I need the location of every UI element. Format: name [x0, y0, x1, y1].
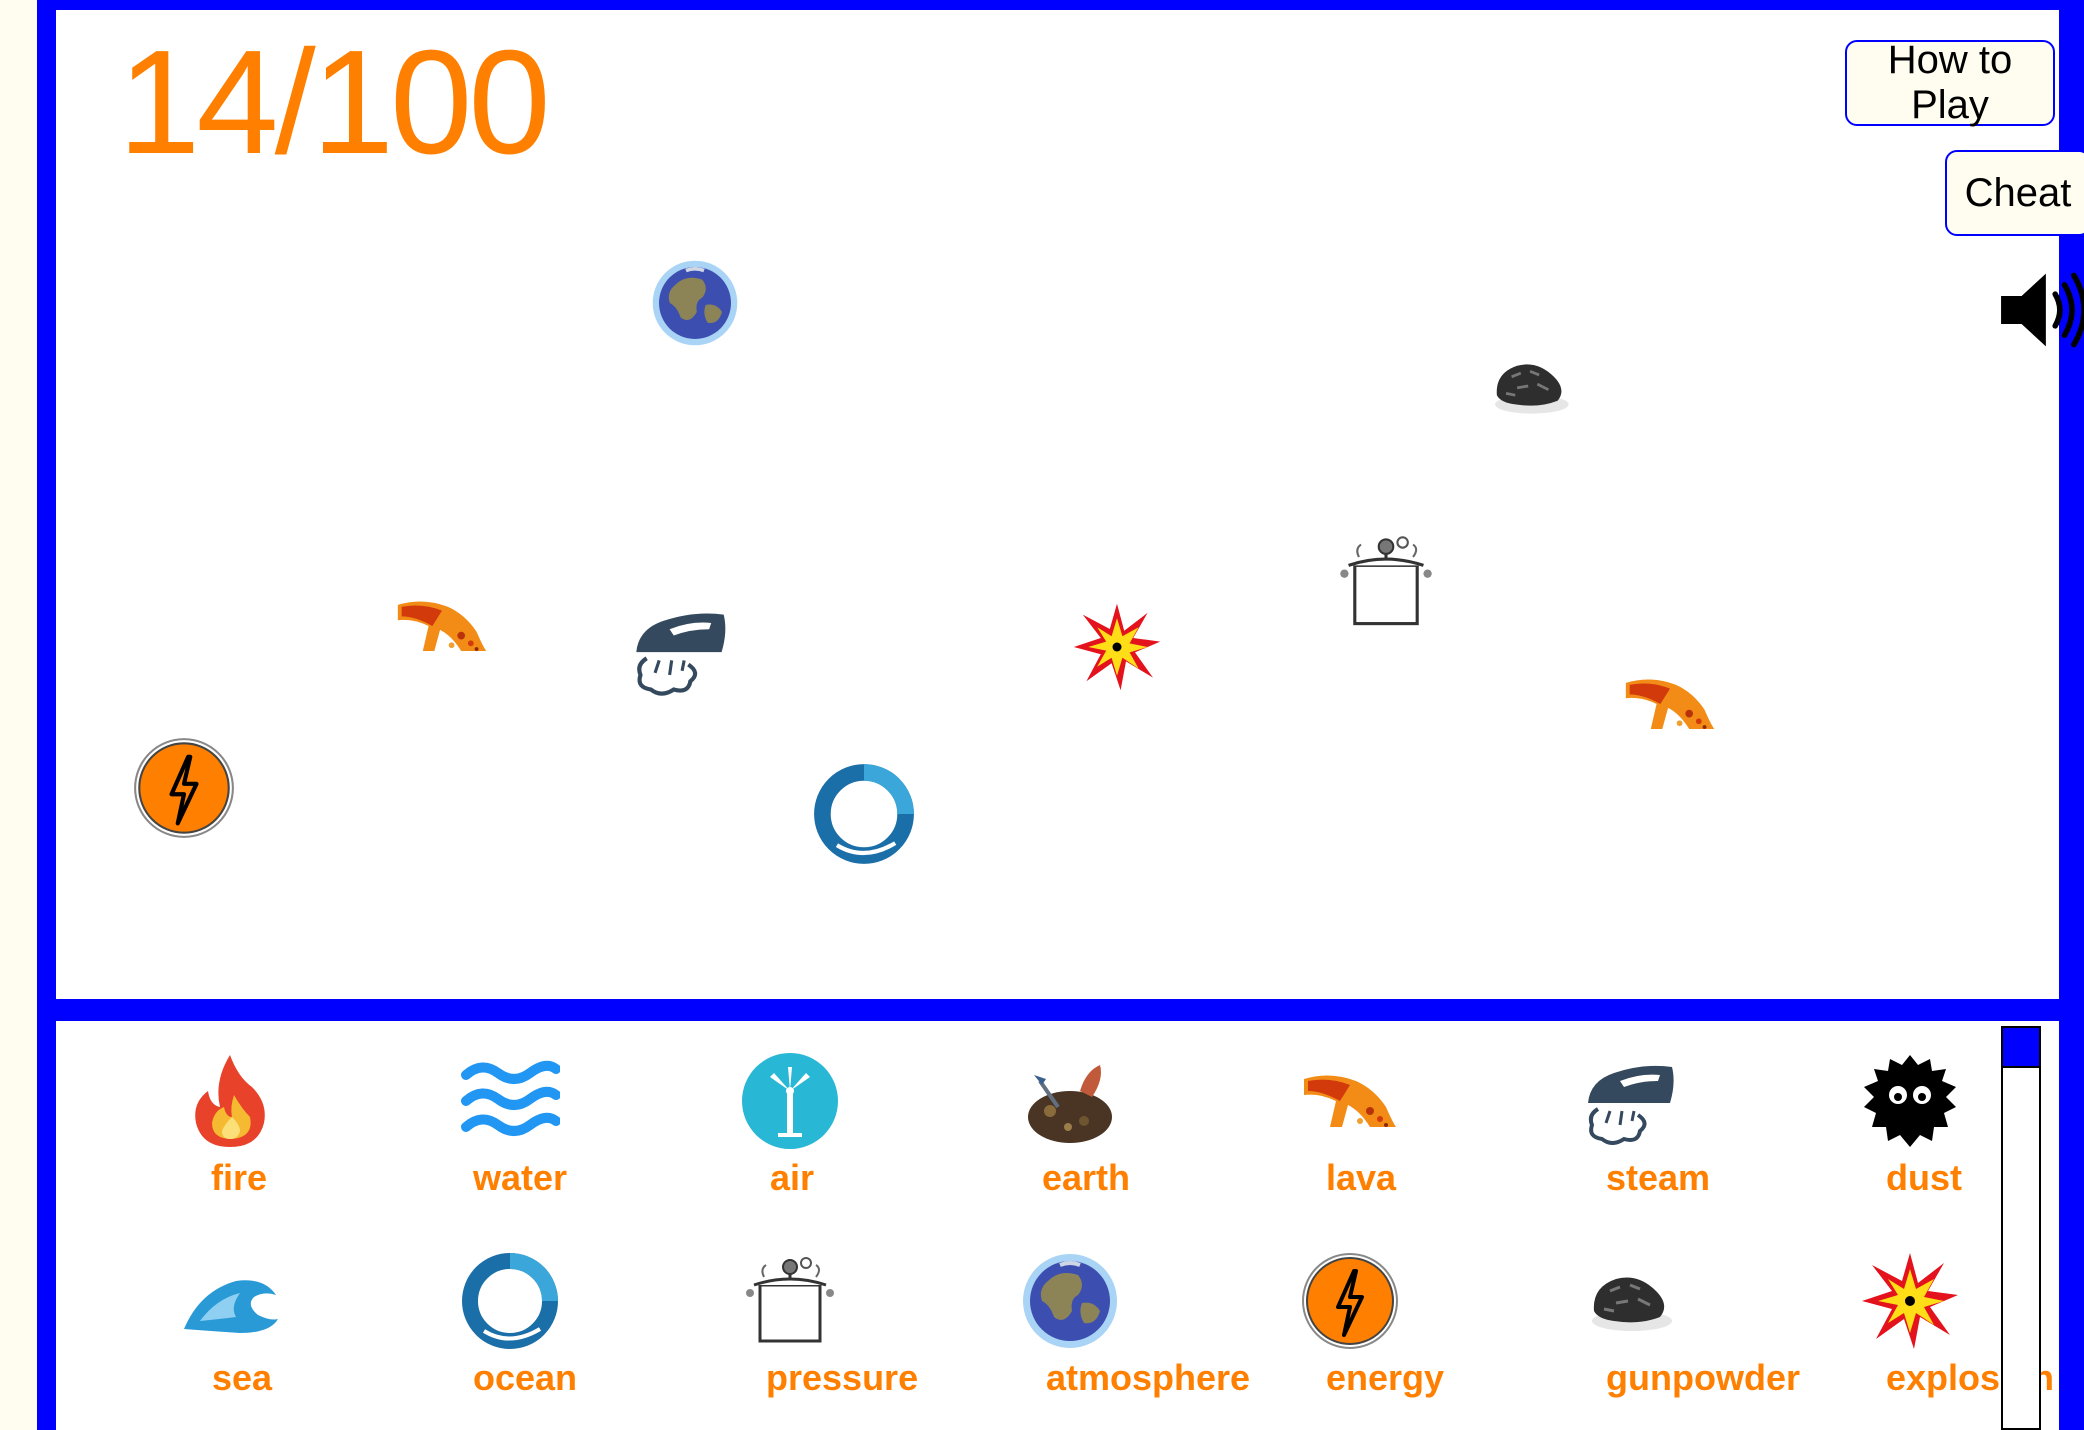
flame-icon	[180, 1051, 280, 1151]
element-tile-lava[interactable]: lava	[1240, 1051, 1460, 1221]
how-to-play-button[interactable]: How to Play	[1845, 38, 2055, 127]
rock-icon	[1580, 1251, 1680, 1351]
board-piece-pressure[interactable]	[1334, 530, 1438, 634]
element-label: fire	[211, 1157, 268, 1198]
element-tile-pressure[interactable]: pressure	[680, 1251, 919, 1421]
soil-icon	[1020, 1051, 1120, 1151]
wave-icon	[180, 1251, 280, 1351]
pot-icon	[1334, 530, 1438, 634]
element-label: sea	[212, 1357, 273, 1398]
element-tile-sea[interactable]: sea	[120, 1251, 340, 1421]
element-label: energy	[1326, 1357, 1445, 1398]
element-label: gunpowder	[1606, 1357, 1800, 1398]
burst-icon	[1072, 602, 1162, 692]
planet-icon	[650, 258, 740, 348]
element-tile-water[interactable]: water	[400, 1051, 620, 1221]
board-piece-lava[interactable]	[1622, 674, 1718, 734]
windmill-icon	[740, 1051, 840, 1151]
element-tile-dust[interactable]: dust	[1800, 1051, 2020, 1221]
element-label: air	[770, 1157, 815, 1198]
swirl-icon	[460, 1251, 560, 1351]
element-label: steam	[1606, 1157, 1711, 1198]
speaker-icon[interactable]	[1996, 268, 2084, 352]
board-piece-ocean[interactable]	[812, 762, 916, 866]
burst-icon	[1860, 1251, 1960, 1351]
rock-icon	[1484, 340, 1576, 432]
element-tile-explosion[interactable]: explosion	[1800, 1251, 2055, 1421]
element-tile-atmosphere[interactable]: atmosphere	[960, 1251, 1251, 1421]
element-label: earth	[1042, 1157, 1131, 1198]
planet-icon	[1020, 1251, 1120, 1351]
element-label: lava	[1326, 1157, 1397, 1198]
element-label: ocean	[473, 1357, 578, 1398]
play-board[interactable]: 14/100 How to Play Cheat	[56, 10, 2084, 999]
board-piece-gunpowder[interactable]	[1484, 340, 1576, 432]
panel-scrollbar[interactable]	[2001, 1026, 2041, 1430]
element-label: atmosphere	[1046, 1357, 1251, 1398]
element-label: pressure	[766, 1357, 919, 1398]
waves-icon	[460, 1051, 560, 1151]
element-tile-fire[interactable]: fire	[120, 1051, 340, 1221]
board-piece-steam[interactable]	[628, 598, 732, 702]
lava-icon	[394, 596, 490, 656]
iron-icon	[1580, 1051, 1680, 1151]
element-tile-energy[interactable]: energy	[1240, 1251, 1460, 1421]
lava-icon	[1622, 674, 1718, 734]
swirl-icon	[812, 762, 916, 866]
discovered-elements-panel[interactable]: fire water air earth lava steam dust sea…	[56, 1021, 2059, 1430]
cheat-button[interactable]: Cheat	[1945, 150, 2084, 236]
board-piece-atmosphere[interactable]	[650, 258, 740, 348]
element-label: explosion	[1886, 1357, 2055, 1398]
element-tile-earth[interactable]: earth	[960, 1051, 1180, 1221]
board-piece-energy[interactable]	[132, 736, 236, 840]
element-tile-ocean[interactable]: ocean	[400, 1251, 620, 1421]
element-label: dust	[1886, 1157, 1962, 1198]
element-tile-steam[interactable]: steam	[1520, 1051, 1740, 1221]
bolt-icon	[132, 736, 236, 840]
board-piece-explosion[interactable]	[1072, 602, 1162, 692]
dust-bunny-icon	[1860, 1051, 1960, 1151]
pot-icon	[740, 1251, 840, 1351]
panel-scroll-thumb[interactable]	[2001, 1026, 2041, 1068]
lava-icon	[1300, 1051, 1400, 1151]
element-tile-gunpowder[interactable]: gunpowder	[1520, 1251, 1800, 1421]
element-label: water	[473, 1157, 568, 1198]
element-tile-air[interactable]: air	[680, 1051, 900, 1221]
iron-icon	[628, 598, 732, 702]
score-counter: 14/100	[118, 20, 551, 185]
bolt-icon	[1300, 1251, 1400, 1351]
board-piece-lava[interactable]	[394, 596, 490, 656]
